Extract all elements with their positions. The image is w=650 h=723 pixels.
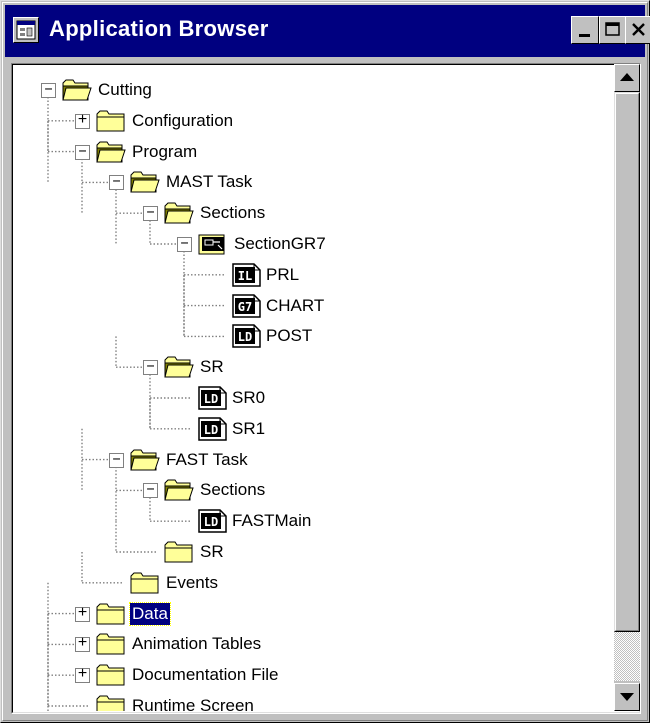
- window-title: Application Browser: [49, 16, 269, 41]
- grafcet-section-icon[interactable]: [198, 232, 228, 260]
- folder-open-icon[interactable]: [164, 201, 194, 229]
- collapse-icon[interactable]: –: [143, 357, 158, 376]
- il-section-icon[interactable]: IL: [232, 263, 262, 291]
- collapse-icon[interactable]: –: [75, 142, 90, 160]
- folder-open-icon[interactable]: [164, 355, 194, 383]
- tree-node[interactable]: – SectionGR7: [12, 229, 612, 259]
- tree-node-label[interactable]: Documentation File: [130, 664, 280, 686]
- expand-icon[interactable]: +: [75, 604, 90, 622]
- collapse-icon[interactable]: –: [143, 480, 158, 499]
- folder-open-icon[interactable]: [130, 170, 160, 198]
- maximize-icon: [605, 22, 620, 36]
- tree-node-label[interactable]: Sections: [198, 479, 267, 501]
- expand-icon[interactable]: +: [75, 111, 90, 129]
- maximize-button[interactable]: [599, 16, 627, 44]
- tree-node-label[interactable]: Program: [130, 141, 199, 163]
- vertical-scrollbar[interactable]: [614, 64, 640, 711]
- tree-node[interactable]: – MAST Task: [12, 167, 612, 197]
- tree-node[interactable]: LD SR0: [12, 383, 612, 413]
- ld-section-icon[interactable]: LD: [198, 509, 228, 537]
- folder-closed-icon[interactable]: [130, 571, 160, 599]
- tree-node[interactable]: + Animation Tables: [12, 629, 612, 659]
- title-bar[interactable]: Application Browser: [5, 5, 650, 57]
- tree-node[interactable]: SR: [12, 537, 612, 567]
- ld-section-icon[interactable]: LD: [198, 417, 228, 445]
- tree-node-label[interactable]: Animation Tables: [130, 633, 263, 655]
- tree-node-label[interactable]: PRL: [264, 264, 301, 286]
- tree-node[interactable]: – Program: [12, 137, 612, 167]
- svg-text:G7: G7: [238, 300, 252, 314]
- scroll-up-icon: [620, 73, 634, 81]
- svg-text:LD: LD: [238, 330, 252, 344]
- scrollbar-thumb[interactable]: [614, 92, 640, 632]
- tree-node[interactable]: G7 CHART: [12, 291, 612, 321]
- minimize-icon: [579, 34, 590, 37]
- folder-closed-icon[interactable]: [96, 694, 126, 711]
- application-browser-window: Application Browser – Cutting + Configura…: [0, 0, 650, 723]
- scroll-down-icon: [620, 693, 634, 701]
- g7-section-icon[interactable]: G7: [232, 293, 262, 322]
- minimize-button[interactable]: [571, 16, 599, 44]
- tree-node[interactable]: + Configuration: [12, 106, 612, 136]
- folder-open-icon[interactable]: [130, 448, 160, 476]
- collapse-icon[interactable]: –: [177, 234, 192, 252]
- application-browser-icon[interactable]: [13, 17, 39, 43]
- collapse-icon[interactable]: –: [109, 172, 124, 191]
- tree-node[interactable]: Runtime Screen: [12, 691, 612, 711]
- tree-node-label[interactable]: SR: [198, 541, 226, 563]
- application-tree[interactable]: – Cutting + Configuration – Program – MAST …: [12, 64, 612, 711]
- tree-node[interactable]: + Documentation File: [12, 660, 612, 690]
- folder-closed-icon[interactable]: [164, 540, 194, 568]
- collapse-icon[interactable]: –: [143, 203, 158, 222]
- tree-node-label[interactable]: CHART: [264, 295, 326, 317]
- tree-node-label[interactable]: POST: [264, 325, 314, 347]
- tree-node[interactable]: LD SR1: [12, 414, 612, 444]
- collapse-icon[interactable]: –: [109, 450, 124, 468]
- tree-node[interactable]: – Sections: [12, 475, 612, 505]
- tree-node-label[interactable]: MAST Task: [164, 171, 254, 193]
- folder-open-icon[interactable]: [96, 140, 126, 168]
- tree-node[interactable]: – Sections: [12, 198, 612, 228]
- tree-node-label[interactable]: Cutting: [96, 79, 154, 101]
- tree-node-label[interactable]: Sections: [198, 202, 267, 224]
- tree-node[interactable]: LD FASTMain: [12, 506, 612, 536]
- tree-node[interactable]: – SR: [12, 352, 612, 382]
- close-icon: [632, 23, 645, 36]
- tree-view-frame: – Cutting + Configuration – Program – MAST …: [11, 63, 641, 714]
- svg-text:LD: LD: [204, 423, 218, 437]
- tree-node[interactable]: – FAST Task: [12, 445, 612, 475]
- tree-node[interactable]: + Data: [12, 599, 612, 629]
- tree-node-label[interactable]: SR0: [230, 387, 267, 409]
- svg-text:LD: LD: [204, 392, 218, 406]
- expand-icon[interactable]: +: [75, 634, 90, 653]
- scroll-down-button[interactable]: [614, 683, 640, 711]
- folder-closed-icon[interactable]: [96, 663, 126, 691]
- tree-node-label[interactable]: Runtime Screen: [130, 695, 256, 711]
- ld-section-icon[interactable]: LD: [232, 324, 262, 352]
- tree-node-label[interactable]: Events: [164, 572, 220, 594]
- tree-node[interactable]: IL PRL: [12, 260, 612, 290]
- tree-node[interactable]: – Cutting: [12, 75, 612, 105]
- svg-text:IL: IL: [238, 269, 252, 283]
- tree-node-label[interactable]: FAST Task: [164, 449, 250, 471]
- tree-node-label[interactable]: SR1: [230, 418, 267, 440]
- folder-closed-icon[interactable]: [96, 109, 126, 137]
- tree-node[interactable]: LD POST: [12, 321, 612, 351]
- tree-node-label[interactable]: SectionGR7: [232, 233, 328, 255]
- folder-closed-icon[interactable]: [96, 602, 126, 630]
- folder-open-icon[interactable]: [62, 78, 92, 106]
- tree-node-label[interactable]: SR: [198, 356, 226, 378]
- collapse-icon[interactable]: –: [41, 80, 56, 98]
- tree-node-label[interactable]: Configuration: [130, 110, 235, 132]
- expand-icon[interactable]: +: [75, 665, 90, 684]
- folder-open-icon[interactable]: [164, 478, 194, 506]
- tree-node[interactable]: Events: [12, 568, 612, 598]
- svg-text:LD: LD: [204, 515, 218, 529]
- scroll-up-button[interactable]: [614, 64, 640, 92]
- tree-node-label[interactable]: FASTMain: [230, 510, 313, 532]
- tree-node-label[interactable]: Data: [129, 601, 171, 626]
- folder-closed-icon[interactable]: [96, 632, 126, 660]
- close-button[interactable]: [625, 16, 650, 44]
- ld-section-icon[interactable]: LD: [198, 386, 228, 414]
